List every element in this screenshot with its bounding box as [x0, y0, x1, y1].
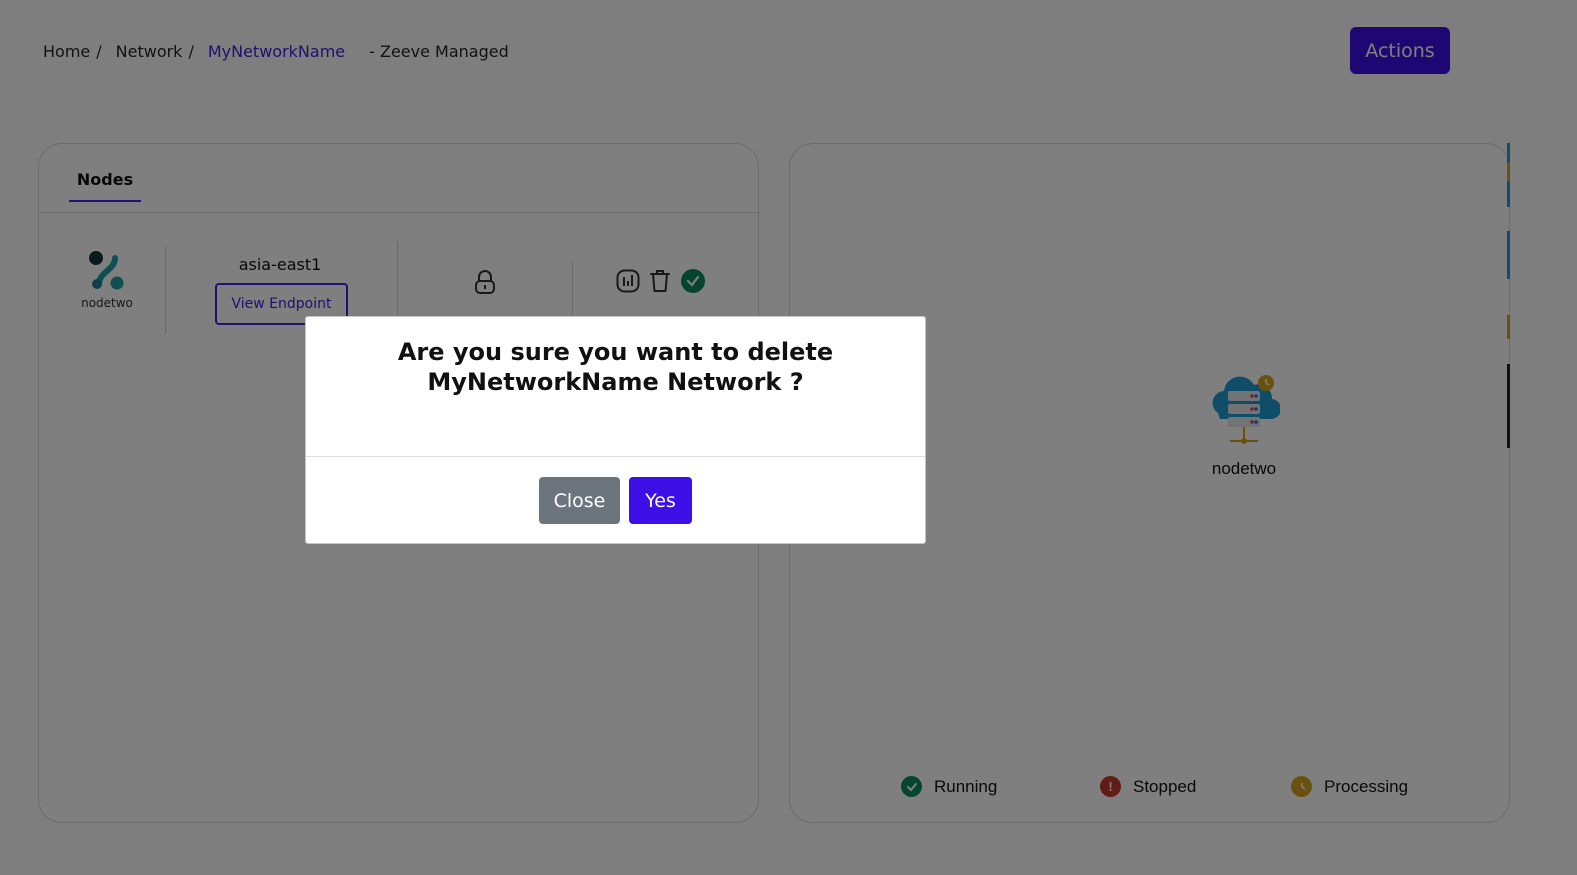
- yes-button[interactable]: Yes: [629, 477, 692, 524]
- dialog-divider: [306, 456, 925, 457]
- delete-confirm-dialog: Are you sure you want to delete MyNetwor…: [305, 316, 926, 544]
- dialog-title: Are you sure you want to delete MyNetwor…: [397, 338, 834, 396]
- close-button[interactable]: Close: [539, 477, 620, 524]
